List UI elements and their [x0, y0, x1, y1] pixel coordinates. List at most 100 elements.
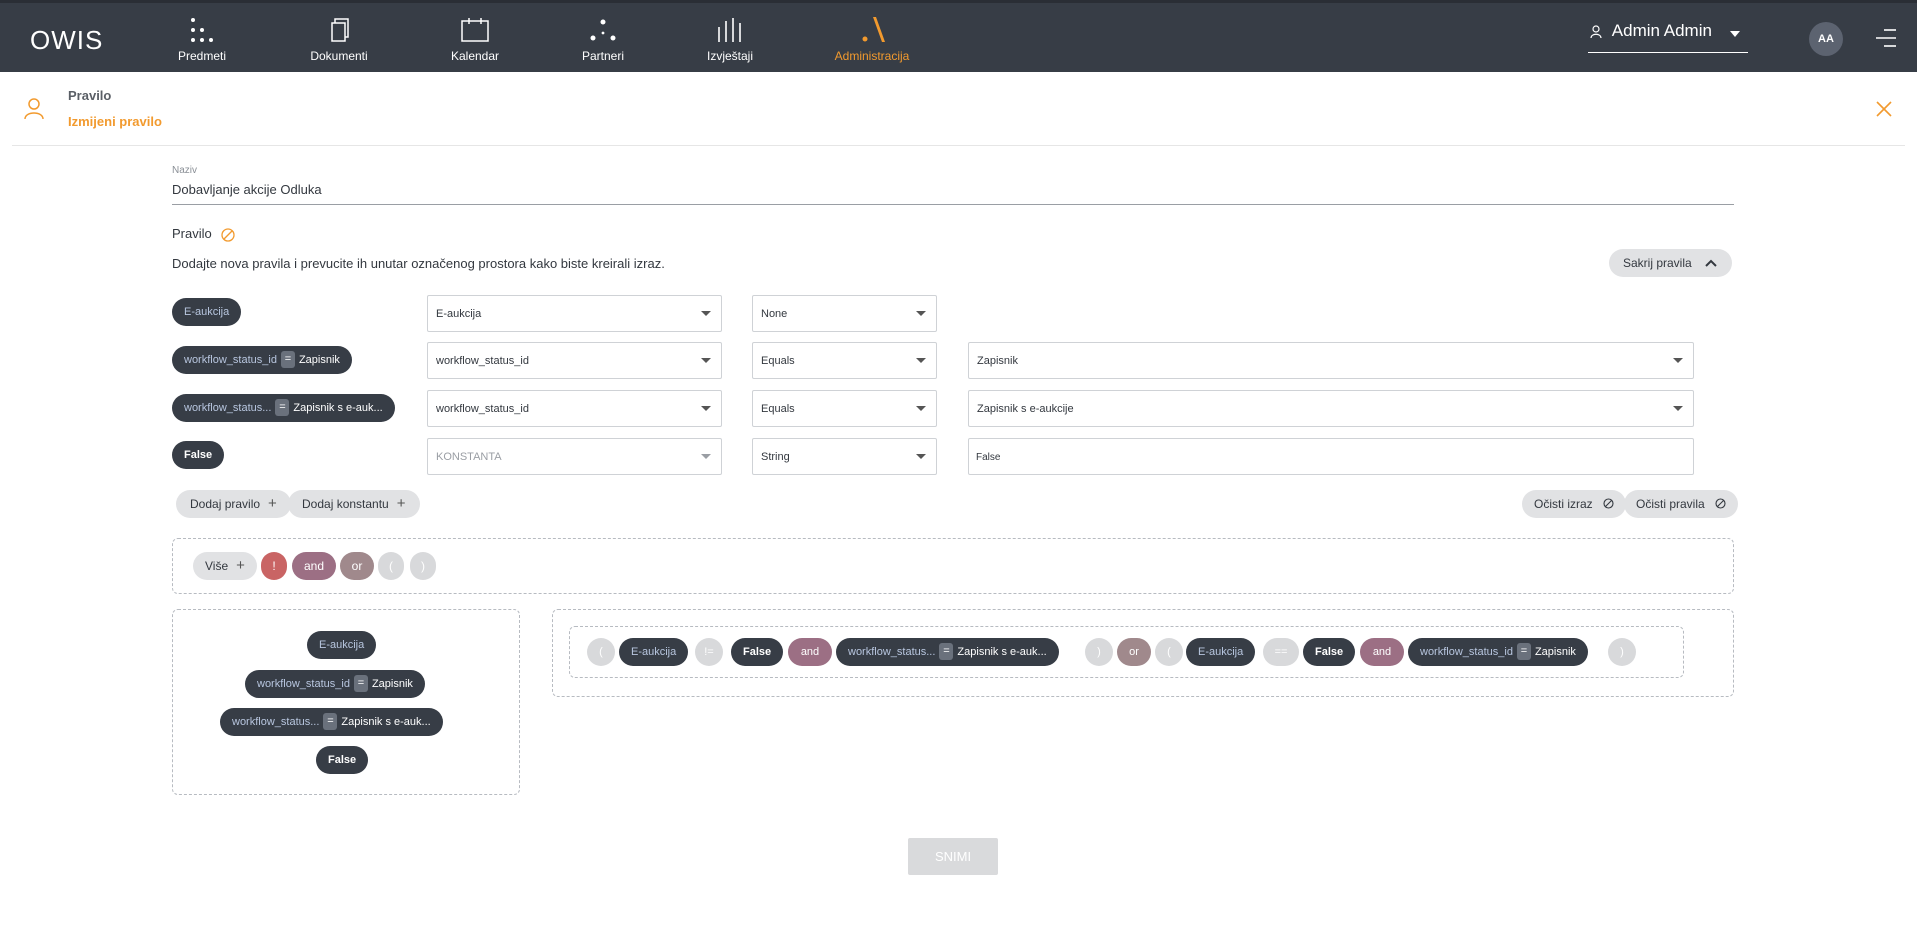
- expr-rule[interactable]: False: [731, 638, 784, 666]
- add-constant-button[interactable]: Dodaj konstantu +: [288, 490, 420, 518]
- expr-open-paren[interactable]: (: [1155, 638, 1183, 666]
- avatar[interactable]: AA: [1809, 22, 1843, 56]
- rule-value-select[interactable]: Zapisnik: [968, 342, 1694, 379]
- operator-not[interactable]: !: [261, 552, 287, 580]
- dropdown-arrow-icon: [916, 311, 926, 316]
- add-constant-label: Dodaj konstantu: [302, 497, 389, 511]
- clear-expression-label: Očisti izraz: [1534, 497, 1593, 511]
- expr-close-paren[interactable]: ): [1608, 638, 1636, 666]
- user-name: Admin Admin: [1611, 21, 1712, 40]
- operator-close-paren[interactable]: ): [410, 552, 436, 580]
- rule-pill-e-aukcija[interactable]: E-aukcija: [172, 298, 242, 326]
- palette-pill-workflow-status[interactable]: workflow_status_id = Zapisnik: [245, 670, 425, 698]
- expr-rule[interactable]: workflow_status... = Zapisnik s e-auk...: [836, 638, 1059, 666]
- dropdown-arrow-icon: [701, 454, 711, 459]
- nav-label: Administracija: [834, 49, 910, 63]
- nav-item-administracija[interactable]: Administracija: [817, 17, 927, 63]
- dropdown-arrow-icon: [916, 454, 926, 459]
- expr-rule[interactable]: E-aukcija: [619, 638, 689, 666]
- partners-icon: [590, 19, 616, 41]
- rule-pill-workflow-status[interactable]: workflow_status_id = Zapisnik: [172, 346, 352, 374]
- expr-equals[interactable]: ==: [1263, 638, 1299, 666]
- expr-rule-key: False: [1315, 646, 1344, 658]
- operator-and[interactable]: and: [292, 552, 336, 580]
- nav-item-izvjestaji[interactable]: Izvještaji: [675, 17, 785, 63]
- hide-rules-label: Sakrij pravila: [1623, 256, 1692, 270]
- hamburger-menu-icon[interactable]: [1874, 27, 1896, 49]
- palette-pill-value: Zapisnik s e-auk...: [341, 716, 431, 728]
- rule-pill-workflow-status-2[interactable]: workflow_status... = Zapisnik s e-auk...: [172, 394, 395, 422]
- ban-icon: [221, 227, 236, 242]
- dropdown-arrow-icon: [1673, 358, 1683, 363]
- expr-rule-value: Zapisnik s e-auk...: [957, 646, 1047, 658]
- nav-item-predmeti[interactable]: Predmeti: [147, 17, 257, 63]
- rule-hint-text: Dodajte nova pravila i prevucite ih unut…: [172, 256, 665, 271]
- chevron-up-icon: [1705, 259, 1717, 267]
- expr-and[interactable]: and: [1360, 638, 1404, 666]
- palette-pill-workflow-status-2[interactable]: workflow_status... = Zapisnik s e-auk...: [220, 708, 443, 736]
- palette-pill-key: False: [328, 754, 357, 766]
- rule-operator-select[interactable]: None: [752, 295, 937, 332]
- rule-pill-key: E-aukcija: [184, 306, 230, 318]
- expr-rule[interactable]: workflow_status_id = Zapisnik: [1408, 638, 1588, 666]
- rule-value: Zapisnik s e-aukcije: [977, 403, 1074, 415]
- expr-or[interactable]: or: [1117, 638, 1151, 666]
- nav-item-dokumenti[interactable]: Dokumenti: [284, 17, 394, 63]
- operator-or[interactable]: or: [340, 552, 374, 580]
- app-logo: OWIS: [30, 25, 104, 55]
- add-rule-button[interactable]: Dodaj pravilo +: [176, 490, 291, 518]
- expr-close-paren[interactable]: ): [1085, 638, 1113, 666]
- palette-pill-false[interactable]: False: [316, 746, 369, 774]
- rule-field-select[interactable]: workflow_status_id: [427, 390, 722, 427]
- nav-item-kalendar[interactable]: Kalendar: [420, 17, 530, 63]
- expr-open-paren[interactable]: (: [587, 638, 615, 666]
- hide-rules-button[interactable]: Sakrij pravila: [1609, 249, 1732, 277]
- nav-label: Partneri: [581, 49, 625, 63]
- save-button[interactable]: SNIMI: [908, 838, 998, 875]
- nav-label: Kalendar: [450, 49, 500, 63]
- rule-section-label: Pravilo: [172, 226, 212, 241]
- nav-label: Predmeti: [177, 49, 227, 63]
- clear-expression-button[interactable]: Očisti izraz: [1522, 490, 1627, 518]
- user-menu[interactable]: Admin Admin: [1588, 21, 1748, 53]
- rule-pill-false[interactable]: False: [172, 441, 225, 469]
- rule-pill-operator: =: [280, 351, 295, 368]
- close-icon[interactable]: [1875, 100, 1893, 118]
- dropdown-arrow-icon: [701, 358, 711, 363]
- dropdown-arrow-icon: [701, 406, 711, 411]
- rule-operator-value: Equals: [761, 403, 795, 415]
- expr-rule-operator: =: [1516, 643, 1531, 660]
- ban-icon: [1715, 498, 1726, 509]
- rule-pill-operator: =: [275, 399, 290, 416]
- palette-pill-e-aukcija[interactable]: E-aukcija: [307, 631, 377, 659]
- expr-rule[interactable]: E-aukcija: [1186, 638, 1256, 666]
- name-field-label: Naziv: [172, 165, 198, 176]
- name-field[interactable]: Dobavljanje akcije Odluka: [172, 182, 1734, 205]
- rule-operator-select[interactable]: String: [752, 438, 937, 475]
- page-subtitle: Izmijeni pravilo: [68, 114, 162, 129]
- more-operators-button[interactable]: Više +: [193, 552, 257, 580]
- expr-and[interactable]: and: [788, 638, 832, 666]
- plus-icon: +: [236, 557, 245, 574]
- rule-field-select[interactable]: workflow_status_id: [427, 342, 722, 379]
- expr-rule-key: False: [743, 646, 772, 658]
- clear-rules-button[interactable]: Očisti pravila: [1624, 490, 1739, 518]
- plus-icon: +: [268, 495, 277, 512]
- expr-rule[interactable]: False: [1303, 638, 1356, 666]
- nav-label: Dokumenti: [310, 49, 368, 63]
- plus-icon: +: [396, 495, 406, 512]
- palette-pill-operator: =: [353, 675, 368, 692]
- nav-item-partneri[interactable]: Partneri: [548, 17, 658, 63]
- ban-icon: [1603, 498, 1614, 509]
- rule-field-select[interactable]: E-aukcija: [427, 295, 722, 332]
- rule-operator-select[interactable]: Equals: [752, 390, 937, 427]
- operator-open-paren[interactable]: (: [378, 552, 404, 580]
- rule-operator-select[interactable]: Equals: [752, 342, 937, 379]
- rule-value-input[interactable]: False: [968, 438, 1694, 475]
- dropdown-arrow-icon: [916, 406, 926, 411]
- palette-pill-value: Zapisnik: [371, 678, 413, 690]
- rule-pill-key: workflow_status_id: [184, 354, 277, 366]
- expr-not-equals[interactable]: !=: [695, 638, 723, 666]
- rule-value-select[interactable]: Zapisnik s e-aukcije: [968, 390, 1694, 427]
- rule-pill-key: False: [184, 449, 213, 461]
